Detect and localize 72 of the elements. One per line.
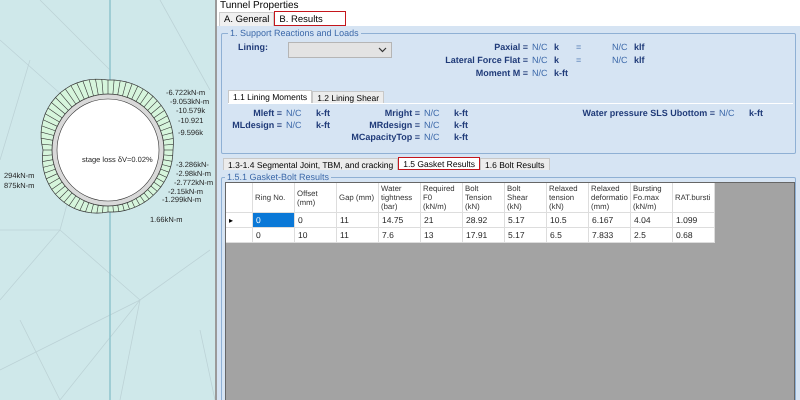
table-cell: 28.92 — [463, 213, 505, 228]
unit-label: k-ft — [316, 108, 331, 118]
unit-label: k-ft — [454, 108, 469, 118]
unit-label: k-ft — [554, 68, 568, 78]
field-value: N/C — [532, 55, 548, 65]
chevron-down-icon — [378, 47, 387, 53]
unit-label: k-ft — [749, 108, 764, 118]
table-cell: 6.167 — [589, 213, 631, 228]
table-cell: 21 — [421, 213, 463, 228]
field-label: Lateral Force Flat = — [444, 55, 528, 65]
table-cell: 0 — [253, 228, 295, 243]
group-title: 1. Support Reactions and Loads — [229, 28, 360, 38]
field-label: Mleft = — [252, 108, 282, 118]
row-header — [226, 183, 253, 213]
tab[interactable]: 1.2 Lining Shear — [312, 91, 384, 103]
field-value: N/C — [532, 68, 548, 78]
table-cell: 0.68 — [673, 228, 715, 243]
field-label: Moment M = — [474, 68, 528, 78]
unit-label: klf — [634, 55, 646, 65]
row-header[interactable]: ▸ — [226, 213, 253, 228]
field-value: N/C — [424, 132, 440, 142]
lining-dropdown[interactable] — [288, 42, 392, 58]
table-cell: 5.17 — [505, 228, 547, 243]
table-cell: 14.75 — [379, 213, 421, 228]
table-cell: 7.6 — [379, 228, 421, 243]
row-marker: ▸ — [229, 216, 233, 224]
table-cell: 4.04 — [631, 213, 673, 228]
tab[interactable]: 1.6 Bolt Results — [480, 158, 550, 170]
table-cell: 17.91 — [463, 228, 505, 243]
field-label: MCapacityTop = — [350, 132, 420, 142]
table-cell: 6.5 — [547, 228, 589, 243]
table-cell: 11 — [337, 213, 379, 228]
field-label: Water pressure SLS Ubottom = — [582, 108, 715, 118]
field-value: N/C — [424, 108, 440, 118]
table-cell: 2.5 — [631, 228, 673, 243]
field-value: N/C — [286, 120, 302, 130]
table-cell: 0 — [253, 213, 295, 228]
tab[interactable]: 1.1 Lining Moments — [228, 90, 312, 103]
unit-label: k-ft — [454, 120, 469, 130]
table-cell: 5.17 — [505, 213, 547, 228]
table-cell: 1.099 — [673, 213, 715, 228]
unit-label: k-ft — [454, 132, 469, 142]
unit-label: k — [554, 42, 560, 52]
table-cell: 10 — [295, 228, 337, 243]
table-cell: 0 — [295, 213, 337, 228]
field-label: Mright = — [384, 108, 420, 118]
field-label: MLdesign = — [231, 120, 282, 130]
field-value: N/C — [612, 42, 628, 52]
group-title: 1.5.1 Gasket-Bolt Results — [226, 172, 330, 182]
window-title: Tunnel Properties — [220, 0, 299, 11]
row-header[interactable] — [226, 228, 253, 243]
equals-sign: = — [575, 55, 582, 65]
field-value: N/C — [532, 42, 548, 52]
field-value: N/C — [424, 120, 440, 130]
field-value: N/C — [612, 55, 628, 65]
unit-label: k — [554, 55, 560, 65]
field-value: N/C — [286, 108, 302, 118]
table-cell: 11 — [337, 228, 379, 243]
unit-label: klf — [634, 42, 646, 52]
table-cell: 7.833 — [589, 228, 631, 243]
table-cell: 10.5 — [547, 213, 589, 228]
field-label: MRdesign = — [368, 120, 420, 130]
table-cell: 13 — [421, 228, 463, 243]
tab[interactable]: B. Results — [274, 11, 346, 26]
unit-label: k-ft — [316, 120, 331, 130]
equals-sign: = — [575, 42, 582, 52]
tab[interactable]: 1.3-1.4 Segmental Joint, TBM, and cracking — [223, 158, 398, 170]
tab[interactable]: A. General — [219, 12, 274, 26]
lining-label: Lining: — [238, 42, 268, 52]
field-value: N/C — [719, 108, 736, 118]
tab[interactable]: 1.5 Gasket Results — [398, 157, 480, 170]
field-label: Paxial = — [493, 42, 528, 52]
